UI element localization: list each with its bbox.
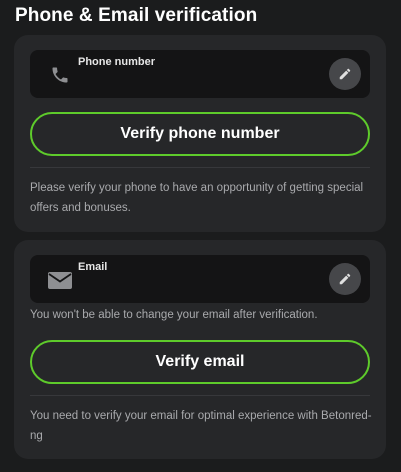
email-verification-note: You need to verify your email for optima… <box>30 410 372 442</box>
phone-number-label: Phone number <box>78 56 156 68</box>
pencil-icon <box>339 273 351 285</box>
divider <box>30 395 370 396</box>
email-verification-card: Email You won't be able to change your e… <box>14 240 386 459</box>
verify-email-button[interactable]: Verify email <box>30 340 370 384</box>
email-field[interactable]: Email <box>30 255 370 303</box>
edit-email-button[interactable] <box>329 263 361 295</box>
envelope-icon <box>47 267 73 293</box>
edit-phone-button[interactable] <box>329 58 361 90</box>
verify-phone-button[interactable]: Verify phone number <box>30 112 370 156</box>
phone-verification-card: Phone number Verify phone number Please … <box>14 35 386 232</box>
divider <box>30 167 370 168</box>
email-label: Email <box>78 261 108 273</box>
pencil-icon <box>339 68 351 80</box>
email-change-warning: You won't be able to change your email a… <box>30 309 318 321</box>
phone-icon <box>47 62 73 88</box>
phone-number-field[interactable]: Phone number <box>30 50 370 98</box>
page-title: Phone & Email verification <box>15 5 258 26</box>
phone-verification-note: Please verify your phone to have an oppo… <box>30 182 364 214</box>
